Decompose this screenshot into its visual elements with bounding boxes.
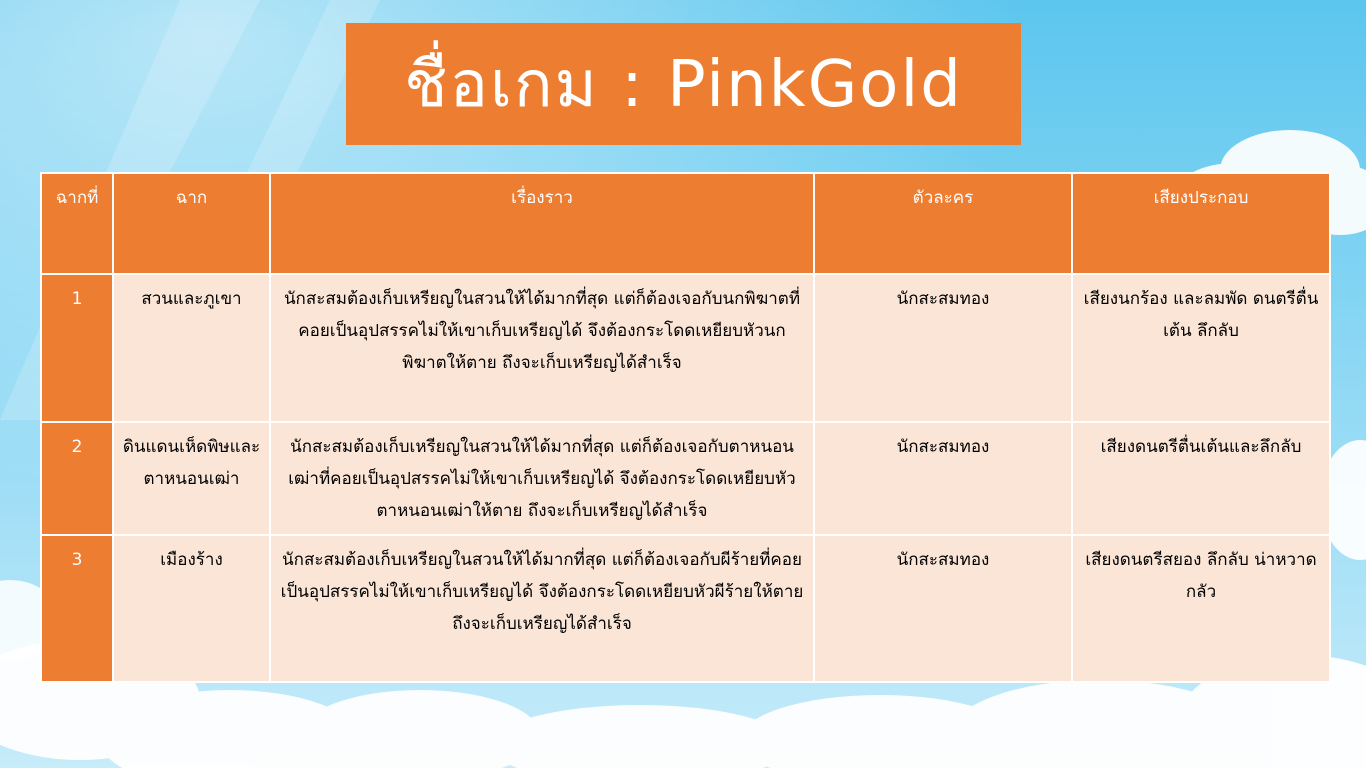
story-cell: นักสะสมต้องเก็บเหรียญในสวนให้ได้มากที่สุ… [269, 273, 815, 423]
table-row: 2 ดินแดนเห็ดพิษและตาหนอนเฒ่า นักสะสมต้อง… [40, 421, 1331, 536]
scene-number-cell: 3 [40, 534, 114, 683]
table-row: 3 เมืองร้าง นักสะสมต้องเก็บเหรียญในสวนให… [40, 534, 1331, 683]
scene-cell: เมืองร้าง [112, 534, 271, 683]
header-scene: ฉาก [112, 172, 271, 275]
title-banner: ชื่อเกม : PinkGold [346, 23, 1021, 145]
scene-number-cell: 2 [40, 421, 114, 536]
table-row: 1 สวนและภูเขา นักสะสมต้องเก็บเหรียญในสวน… [40, 273, 1331, 423]
slide-title: ชื่อเกม : PinkGold [404, 48, 963, 122]
sound-cell: เสียงดนตรีตื่นเต้นและลึกลับ [1071, 421, 1331, 536]
header-story: เรื่องราว [269, 172, 815, 275]
scene-cell: สวนและภูเขา [112, 273, 271, 423]
scene-cell: ดินแดนเห็ดพิษและตาหนอนเฒ่า [112, 421, 271, 536]
character-cell: นักสะสมทอง [813, 421, 1073, 536]
sound-cell: เสียงดนตรีสยอง ลึกลับ น่าหวาดกลัว [1071, 534, 1331, 683]
character-cell: นักสะสมทอง [813, 273, 1073, 423]
header-character: ตัวละคร [813, 172, 1073, 275]
header-scene-number: ฉากที่ [40, 172, 114, 275]
scene-number-cell: 1 [40, 273, 114, 423]
sound-cell: เสียงนกร้อง และลมพัด ดนตรีตื่นเต้น ลึกลั… [1071, 273, 1331, 423]
game-story-table: ฉากที่ ฉาก เรื่องราว ตัวละคร เสียงประกอบ… [40, 172, 1331, 683]
story-cell: นักสะสมต้องเก็บเหรียญในสวนให้ได้มากที่สุ… [269, 534, 815, 683]
header-sound: เสียงประกอบ [1071, 172, 1331, 275]
story-cell: นักสะสมต้องเก็บเหรียญในสวนให้ได้มากที่สุ… [269, 421, 815, 536]
table-header-row: ฉากที่ ฉาก เรื่องราว ตัวละคร เสียงประกอบ [40, 172, 1331, 275]
character-cell: นักสะสมทอง [813, 534, 1073, 683]
